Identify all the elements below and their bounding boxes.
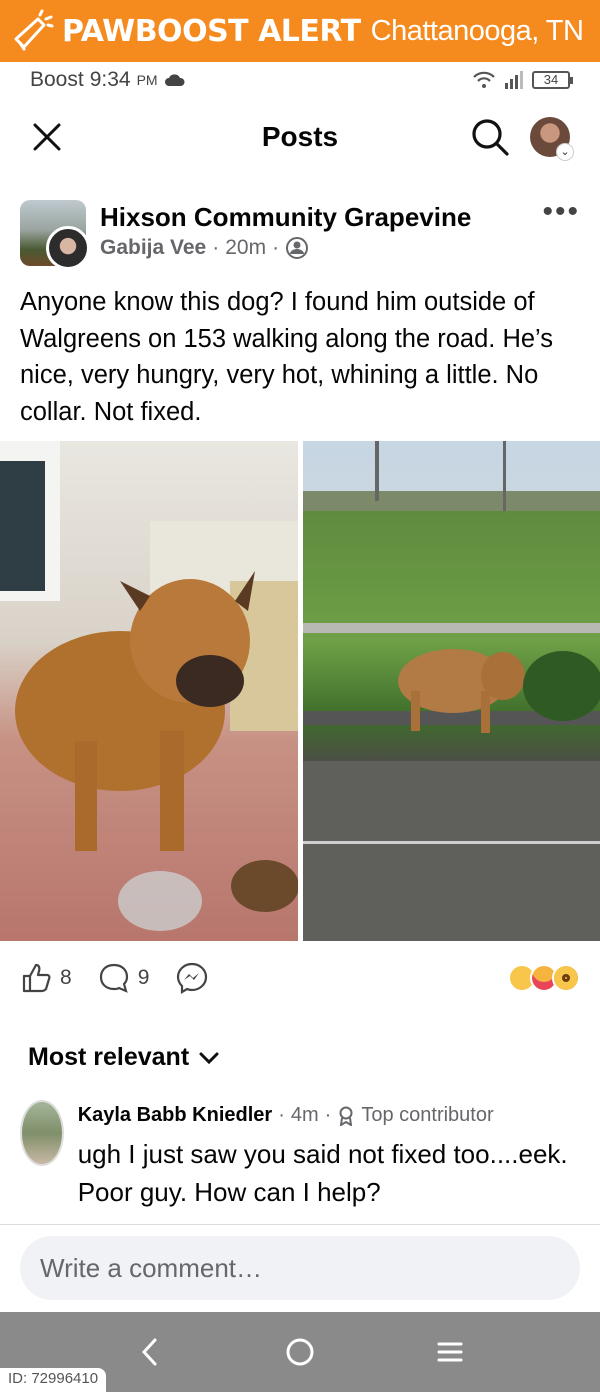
wow-emoji-icon bbox=[552, 964, 580, 992]
dog-photo-indoor[interactable] bbox=[0, 441, 298, 941]
home-circle-icon bbox=[286, 1338, 314, 1366]
author-avatar[interactable] bbox=[46, 226, 90, 270]
clock-ampm: PM bbox=[136, 72, 158, 88]
separator-dot: · bbox=[278, 1104, 285, 1126]
like-count: 8 bbox=[60, 966, 72, 989]
comment-item: Kayla Babb Kniedler · 4m · Top contribut… bbox=[20, 1100, 590, 1211]
close-icon[interactable] bbox=[30, 120, 64, 154]
pawboost-alert-banner: PAWBOOST ALERT Chattanooga, TN bbox=[0, 0, 600, 62]
posts-header: Posts ⌄ bbox=[0, 98, 600, 176]
messenger-icon bbox=[177, 962, 208, 994]
back-button[interactable] bbox=[130, 1332, 170, 1372]
carrier: Boost bbox=[30, 68, 84, 91]
post-time[interactable]: 20m bbox=[225, 236, 266, 260]
comment-time: 4m bbox=[290, 1104, 319, 1126]
comment-icon bbox=[99, 963, 128, 993]
status-bar: Boost 9:34 PM 34 bbox=[0, 62, 600, 98]
wifi-icon bbox=[473, 71, 495, 88]
cloud-icon bbox=[164, 74, 185, 86]
clock: 9:34 bbox=[89, 68, 131, 91]
more-options-icon[interactable]: ••• bbox=[542, 197, 580, 227]
comment-sort[interactable]: Most relevant bbox=[28, 1043, 219, 1072]
thumbs-up-icon bbox=[22, 963, 51, 993]
separator-dot: · bbox=[212, 236, 220, 259]
menu-lines-icon bbox=[437, 1342, 463, 1362]
members-privacy-icon bbox=[286, 237, 309, 259]
reaction-summary[interactable] bbox=[508, 964, 580, 992]
alert-location: Chattanooga, TN bbox=[370, 14, 584, 47]
share-messenger-button[interactable] bbox=[175, 961, 209, 995]
separator-dot: · bbox=[324, 1104, 332, 1126]
group-name[interactable]: Hixson Community Grapevine bbox=[100, 200, 471, 234]
back-chevron-icon bbox=[141, 1338, 157, 1366]
commenter-avatar[interactable] bbox=[20, 1100, 64, 1166]
group-avatar[interactable] bbox=[20, 200, 90, 270]
reaction-bar: 8 9 bbox=[20, 955, 580, 1001]
signal-icon bbox=[505, 71, 523, 89]
chevron-down-icon: ⌄ bbox=[556, 143, 574, 161]
contributor-badge: Top contributor bbox=[361, 1104, 494, 1126]
sort-label: Most relevant bbox=[28, 1043, 190, 1071]
like-button[interactable]: 8 bbox=[20, 962, 72, 994]
post-header: Hixson Community Grapevine Gabija Vee · … bbox=[20, 197, 580, 276]
dog-roadside-illustration bbox=[302, 441, 600, 941]
recents-button[interactable] bbox=[430, 1332, 470, 1372]
comment-input[interactable]: Write a comment… bbox=[20, 1236, 580, 1300]
commenter-name[interactable]: Kayla Babb Kniedler bbox=[78, 1104, 273, 1127]
battery-indicator: 34 bbox=[532, 71, 573, 89]
comment-button[interactable]: 9 bbox=[98, 962, 150, 994]
profile-avatar[interactable]: ⌄ bbox=[530, 117, 574, 161]
alert-title: PAWBOOST ALERT bbox=[62, 13, 361, 49]
author-name[interactable]: Gabija Vee bbox=[100, 236, 206, 260]
listing-id: ID: 72996410 bbox=[0, 1368, 107, 1392]
dog-photo-roadside[interactable] bbox=[302, 441, 600, 941]
dog-indoor-illustration bbox=[0, 441, 298, 931]
post-photos bbox=[0, 441, 600, 941]
chevron-down-icon bbox=[199, 1052, 219, 1064]
comment-text: ugh I just saw you said not fixed too...… bbox=[77, 1139, 568, 1207]
search-icon[interactable] bbox=[470, 117, 510, 157]
divider bbox=[0, 1224, 600, 1225]
top-contributor-icon bbox=[339, 1106, 353, 1126]
home-button[interactable] bbox=[280, 1332, 320, 1372]
separator-dot: · bbox=[272, 236, 280, 259]
comment-count: 9 bbox=[137, 966, 150, 989]
post-text: Anyone know this dog? I found him outsid… bbox=[20, 288, 553, 426]
megaphone-icon bbox=[14, 9, 54, 51]
